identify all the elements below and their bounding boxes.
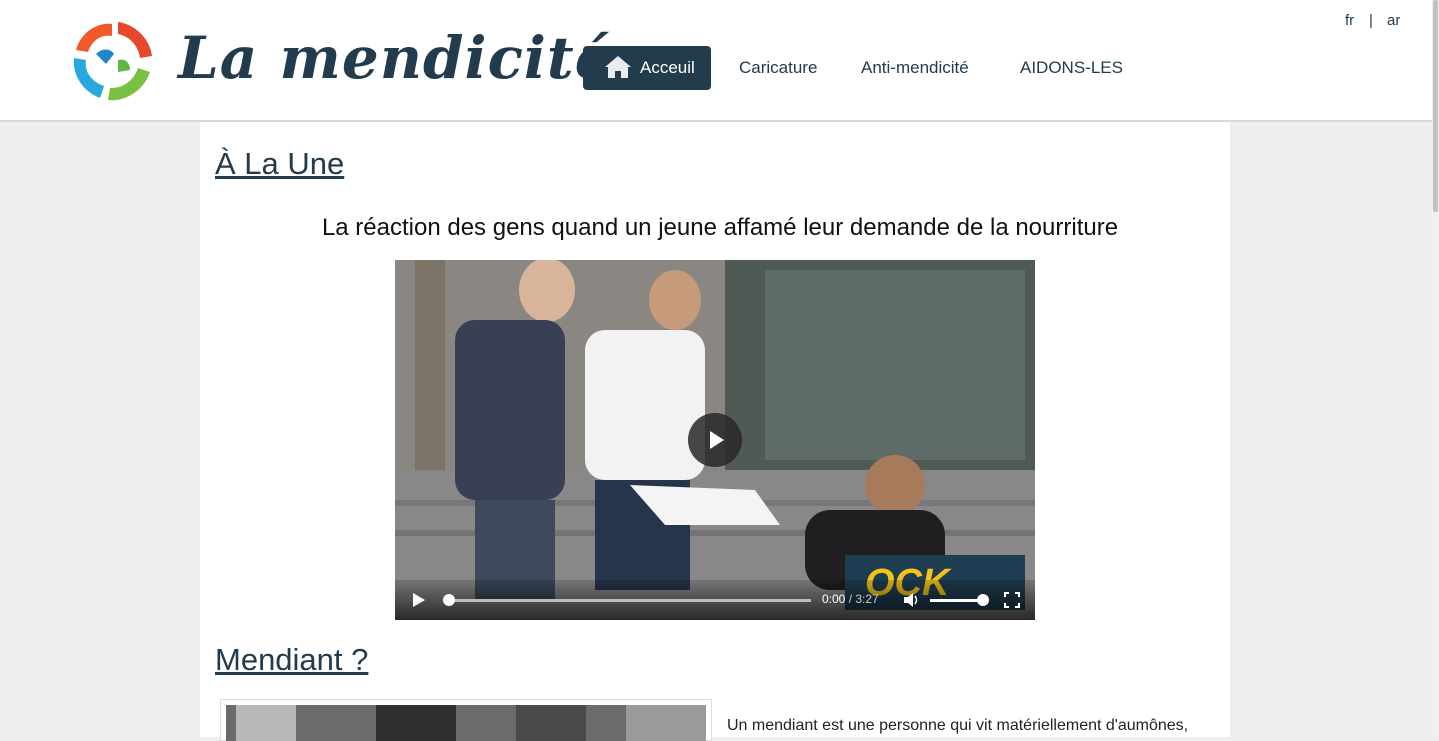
mendiant-image-frame: [220, 699, 712, 741]
site-header: La mendicité fr | ar Acceuil Caricature …: [0, 0, 1432, 122]
seek-handle[interactable]: [443, 594, 455, 606]
nav-anti-mendicite-link[interactable]: Anti-mendicité: [861, 46, 969, 90]
video-player[interactable]: OCK 0:00 / 3:27: [395, 260, 1035, 620]
site-title[interactable]: La mendicité: [178, 18, 613, 98]
current-time: 0:00: [822, 592, 846, 606]
volume-icon[interactable]: [903, 592, 919, 608]
play-overlay-button[interactable]: [688, 413, 742, 467]
play-icon[interactable]: [413, 593, 425, 607]
nav-caricature-link[interactable]: Caricature: [739, 46, 817, 90]
main-content: À La Une La réaction des gens quand un j…: [200, 122, 1230, 741]
volume-handle[interactable]: [977, 594, 989, 606]
home-icon: [605, 56, 631, 78]
video-headline: La réaction des gens quand un jeune affa…: [321, 214, 1119, 241]
hands-logo-icon[interactable]: [66, 14, 158, 104]
fullscreen-icon[interactable]: [1004, 592, 1020, 608]
section-title-a-la-une[interactable]: À La Une: [215, 146, 344, 182]
scrollbar-thumb[interactable]: [1433, 0, 1438, 212]
video-controls: 0:00 / 3:27: [395, 580, 1035, 620]
time-display: 0:00 / 3:27: [822, 592, 879, 606]
lang-separator: |: [1369, 12, 1373, 29]
duration: / 3:27: [848, 592, 879, 606]
nav-aidons-les-link[interactable]: AIDONS-LES: [1020, 46, 1123, 90]
mendiant-image: [226, 705, 706, 741]
seek-bar[interactable]: [447, 599, 811, 602]
nav-home-label: Acceuil: [640, 58, 695, 77]
lang-ar-link[interactable]: ar: [1387, 12, 1400, 29]
lang-fr-link[interactable]: fr: [1345, 12, 1354, 29]
mendiant-intro-text: Un mendiant est une personne qui vit mat…: [727, 717, 1189, 734]
section-title-mendiant[interactable]: Mendiant ?: [215, 642, 368, 678]
nav-home-button[interactable]: Acceuil: [583, 46, 711, 90]
